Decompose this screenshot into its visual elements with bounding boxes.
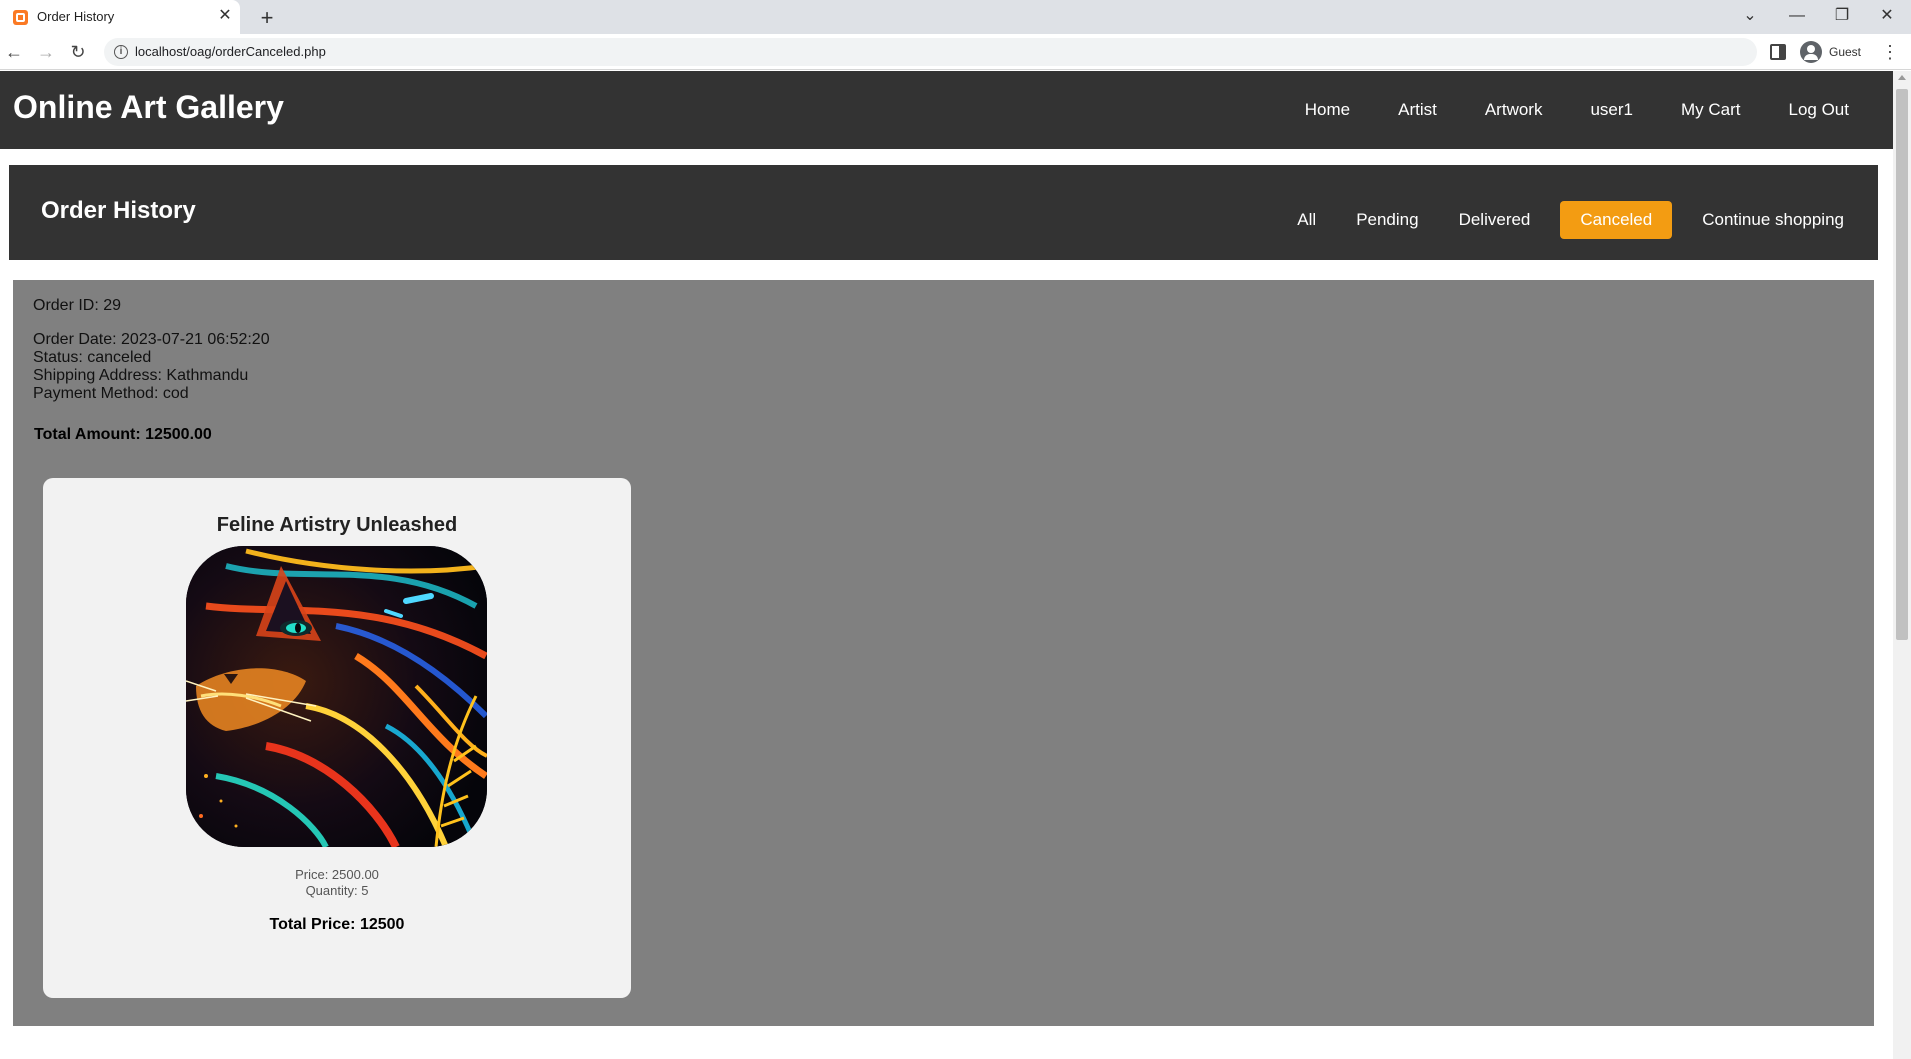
- tab-title: Order History: [37, 9, 115, 24]
- nav-home[interactable]: Home: [1281, 100, 1374, 120]
- tab-search-chevron-icon[interactable]: ⌄: [1730, 2, 1770, 30]
- kebab-menu-icon[interactable]: ⋮: [1878, 40, 1902, 64]
- order-id: Order ID: 29: [33, 297, 122, 314]
- site-info-icon[interactable]: i: [114, 45, 128, 59]
- profile-button[interactable]: Guest: [1797, 39, 1881, 65]
- nav-my-cart[interactable]: My Cart: [1657, 100, 1765, 120]
- browser-tab-strip: Order History ✕ + ⌄ — ❐ ✕: [0, 0, 1911, 34]
- address-bar[interactable]: i localhost/oag/orderCanceled.php: [104, 38, 1757, 66]
- restore-icon[interactable]: ❐: [1822, 2, 1862, 30]
- forward-arrow-icon[interactable]: →: [32, 38, 60, 66]
- nav-user[interactable]: user1: [1566, 100, 1657, 120]
- nav-artwork[interactable]: Artwork: [1461, 100, 1567, 120]
- payment-method: Payment Method: cod: [33, 385, 189, 402]
- page-scrollbar[interactable]: [1893, 71, 1911, 1059]
- profile-label: Guest: [1829, 45, 1862, 59]
- product-price: Price: 2500.00: [295, 867, 379, 882]
- close-tab-icon[interactable]: ✕: [216, 7, 234, 25]
- filter-delivered[interactable]: Delivered: [1439, 201, 1551, 239]
- reload-icon[interactable]: ↻: [64, 38, 92, 66]
- order-total-amount: Total Amount: 12500.00: [34, 426, 212, 443]
- order-date: Order Date: 2023-07-21 06:52:20: [33, 331, 270, 348]
- product-total-price: Total Price: 12500: [269, 916, 405, 933]
- new-tab-icon[interactable]: +: [253, 4, 281, 32]
- continue-shopping-link[interactable]: Continue shopping: [1682, 201, 1864, 239]
- url-text[interactable]: localhost/oag/orderCanceled.php: [135, 44, 326, 59]
- cat-artwork-illustration: [186, 546, 487, 847]
- browser-tab[interactable]: Order History ✕: [0, 0, 240, 34]
- scrollbar-thumb[interactable]: [1896, 89, 1908, 640]
- page-viewport: Online Art Gallery Home Artist Artwork u…: [0, 71, 1893, 1059]
- product-card: Feline Artistry Unleashed Price: 2500.00…: [43, 478, 631, 998]
- order-history-bar: Order History All Pending Delivered Canc…: [9, 165, 1878, 260]
- nav-log-out[interactable]: Log Out: [1765, 100, 1874, 120]
- nav-artist[interactable]: Artist: [1374, 100, 1461, 120]
- side-panel-icon[interactable]: [1770, 44, 1786, 60]
- minimize-icon[interactable]: —: [1777, 2, 1817, 30]
- site-logo[interactable]: Online Art Gallery: [13, 89, 284, 126]
- filter-all[interactable]: All: [1277, 201, 1336, 239]
- order-status: Status: canceled: [33, 349, 152, 366]
- close-window-icon[interactable]: ✕: [1867, 2, 1907, 30]
- shipping-address: Shipping Address: Kathmandu: [33, 367, 249, 384]
- browser-toolbar: ← → ↻ i localhost/oag/orderCanceled.php …: [0, 34, 1911, 70]
- page-title: Order History: [41, 197, 196, 224]
- filter-pending[interactable]: Pending: [1336, 201, 1438, 239]
- main-nav: Home Artist Artwork user1 My Cart Log Ou…: [1281, 71, 1873, 149]
- cat-artwork-image: [186, 546, 487, 847]
- product-name: Feline Artistry Unleashed: [216, 514, 458, 536]
- scroll-up-arrow-icon[interactable]: [1898, 75, 1906, 80]
- xampp-favicon-icon: [13, 10, 28, 25]
- avatar-icon: [1800, 41, 1822, 63]
- site-header: Online Art Gallery Home Artist Artwork u…: [0, 71, 1893, 149]
- order-details-panel: Order ID: 29 Order Date: 2023-07-21 06:5…: [13, 280, 1874, 1026]
- filter-canceled[interactable]: Canceled: [1560, 201, 1673, 239]
- back-arrow-icon[interactable]: ←: [0, 38, 28, 66]
- product-quantity: Quantity: 5: [305, 883, 369, 898]
- order-filter-nav: All Pending Delivered Canceled Continue …: [1277, 201, 1864, 239]
